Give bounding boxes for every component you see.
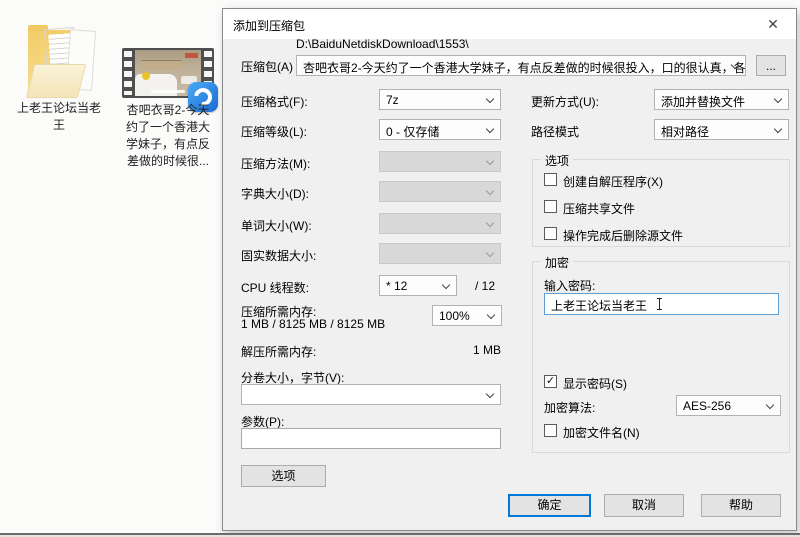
archive-name-combobox[interactable]: 杏吧衣哥2-今天约了一个香港大学妹子，有点反差做的时候很投入，口的很认真，各种姿… xyxy=(296,55,746,76)
dialog-title: 添加到压缩包 xyxy=(233,17,305,34)
cpu-threads-label: CPU 线程数: xyxy=(241,279,309,296)
password-value: 上老王论坛当老王 xyxy=(551,299,647,313)
video-label: 差做的时候很... xyxy=(118,153,218,170)
add-to-archive-dialog: 添加到压缩包 ✕ 压缩包(A) D:\BaiduNetdiskDownload\… xyxy=(222,8,797,531)
folder-desktop-item[interactable]: 上老王论坛当老 王 xyxy=(8,100,110,134)
password-input[interactable]: 上老王论坛当老王 xyxy=(544,293,779,315)
chevron-down-icon xyxy=(486,187,494,195)
video-file-icon[interactable] xyxy=(122,48,214,98)
delete-after-label: 操作完成后删除源文件 xyxy=(563,227,683,244)
archive-path: D:\BaiduNetdiskDownload\1553\ xyxy=(296,37,469,51)
text-cursor-icon xyxy=(659,298,660,310)
encryption-group-title: 加密 xyxy=(541,254,573,271)
thumbnail-watermark-dot xyxy=(142,72,150,80)
filmstrip-holes-icon xyxy=(124,51,132,95)
update-mode-value: 添加并替换文件 xyxy=(661,95,745,109)
video-label: 学妹子，有点反 xyxy=(118,136,218,153)
memory-decompress-value: 1 MB xyxy=(457,343,501,357)
browse-button[interactable]: ... xyxy=(756,55,786,76)
level-combobox[interactable]: 0 - 仅存储 xyxy=(379,119,501,140)
archive-name-value: 杏吧衣哥2-今天约了一个香港大学妹子，有点反差做的时候很投入，口的很认真，各种姿… xyxy=(303,61,746,75)
thumbnail-logo-tag xyxy=(185,53,198,58)
memory-percent-value: 100% xyxy=(439,309,470,323)
dictionary-label: 字典大小(D): xyxy=(241,185,309,202)
compress-shared-label: 压缩共享文件 xyxy=(563,200,635,217)
chevron-down-icon xyxy=(774,95,782,103)
method-combobox xyxy=(379,151,501,172)
update-mode-label: 更新方式(U): xyxy=(531,93,599,110)
memory-compress-detail: 1 MB / 8125 MB / 8125 MB xyxy=(241,317,385,331)
path-mode-combobox[interactable]: 相对路径 xyxy=(654,119,789,140)
split-size-combobox[interactable] xyxy=(241,384,501,405)
check-icon: ✓ xyxy=(546,375,555,387)
path-mode-label: 路径模式 xyxy=(531,123,579,140)
password-label: 输入密码: xyxy=(544,277,595,294)
word-size-combobox xyxy=(379,213,501,234)
solid-size-combobox xyxy=(379,243,501,264)
options-group-title: 选项 xyxy=(541,152,573,169)
cpu-threads-total: / 12 xyxy=(475,279,495,293)
chevron-down-icon xyxy=(442,281,450,289)
chevron-down-icon xyxy=(486,157,494,165)
cipher-label: 加密算法: xyxy=(544,399,595,416)
memory-decompress-label: 解压所需内存: xyxy=(241,343,316,360)
chevron-down-icon xyxy=(486,390,494,398)
video-label: 约了一个香港大 xyxy=(118,119,218,136)
thumbnail-subtitle-bar xyxy=(151,90,185,93)
encrypt-names-label: 加密文件名(N) xyxy=(563,424,640,441)
chevron-down-icon xyxy=(486,249,494,257)
chevron-down-icon xyxy=(486,125,494,133)
chevron-down-icon xyxy=(487,311,495,319)
options-button[interactable]: 选项 xyxy=(241,465,326,487)
update-mode-combobox[interactable]: 添加并替换文件 xyxy=(654,89,789,110)
cpu-threads-value: * 12 xyxy=(386,279,407,293)
compress-shared-checkbox[interactable] xyxy=(544,200,557,213)
create-sfx-label: 创建自解压程序(X) xyxy=(563,173,663,190)
close-icon[interactable]: ✕ xyxy=(762,14,784,34)
path-mode-value: 相对路径 xyxy=(661,125,709,139)
cipher-value: AES-256 xyxy=(683,399,731,413)
level-value: 0 - 仅存储 xyxy=(386,125,439,139)
level-label: 压缩等级(L): xyxy=(241,123,307,140)
encrypt-names-checkbox[interactable] xyxy=(544,424,557,437)
memory-percent-combobox[interactable]: 100% xyxy=(432,305,502,326)
cancel-button[interactable]: 取消 xyxy=(604,494,684,517)
show-password-checkbox[interactable]: ✓ xyxy=(544,375,557,388)
help-button[interactable]: 帮助 xyxy=(701,494,781,517)
folder-label: 王 xyxy=(8,117,110,134)
thumbnail-headboard-shape xyxy=(141,60,181,69)
word-size-label: 单词大小(W): xyxy=(241,217,312,234)
chevron-down-icon xyxy=(774,125,782,133)
chevron-down-icon xyxy=(766,401,774,409)
create-sfx-checkbox[interactable] xyxy=(544,173,557,186)
folder-icon[interactable] xyxy=(26,20,96,100)
format-label: 压缩格式(F): xyxy=(241,93,308,110)
method-label: 压缩方法(M): xyxy=(241,155,310,172)
cipher-combobox[interactable]: AES-256 xyxy=(676,395,781,416)
format-combobox[interactable]: 7z xyxy=(379,89,501,110)
video-label: 杏吧衣哥2-今天 xyxy=(118,102,218,119)
ok-button[interactable]: 确定 xyxy=(508,494,591,517)
dictionary-combobox xyxy=(379,181,501,202)
chevron-down-icon xyxy=(486,219,494,227)
format-value: 7z xyxy=(386,93,399,107)
archive-label: 压缩包(A) xyxy=(241,58,293,75)
folder-front-shape xyxy=(26,64,86,98)
cpu-threads-combobox[interactable]: * 12 xyxy=(379,275,457,296)
parameters-input[interactable] xyxy=(241,428,501,449)
folder-label: 上老王论坛当老 xyxy=(8,100,110,117)
show-password-label: 显示密码(S) xyxy=(563,375,627,392)
delete-after-checkbox[interactable] xyxy=(544,227,557,240)
solid-size-label: 固实数据大小: xyxy=(241,247,316,264)
dialog-titlebar[interactable]: 添加到压缩包 ✕ xyxy=(223,9,796,39)
chevron-down-icon xyxy=(486,95,494,103)
video-desktop-item[interactable]: 杏吧衣哥2-今天 约了一个香港大 学妹子，有点反 差做的时候很... xyxy=(118,102,218,170)
